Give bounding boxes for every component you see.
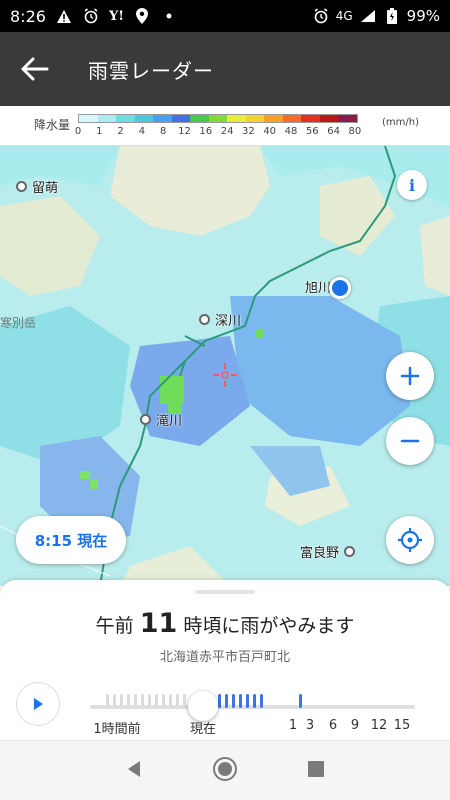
tl-label: 9 — [350, 718, 360, 733]
forecast-hour: 11 — [139, 608, 178, 639]
legend-swatch — [116, 115, 135, 122]
crosshair-icon — [213, 363, 237, 387]
dot-icon — [160, 7, 178, 25]
forecast-sheet: 午前 11 時頃に雨がやみます 北海道赤平市百戸町北 1時間前 現在 1 3 6… — [0, 580, 450, 740]
tl-label: 6 — [328, 718, 338, 733]
legend-tick: 64 — [327, 126, 340, 137]
legend-ticks: 0 1 2 4 8 12 16 24 32 40 48 56 64 80 — [74, 126, 394, 140]
legend-label: 降水量 — [34, 118, 71, 132]
current-time-button[interactable]: 8:15 現在 — [16, 516, 126, 564]
sheet-handle[interactable] — [195, 590, 255, 594]
time-slider[interactable]: 1時間前 現在 1 3 6 9 12 15 — [90, 684, 430, 737]
zoom-in-button[interactable] — [386, 352, 434, 400]
yahoo-icon: Y! — [108, 8, 124, 24]
forecast-suffix: 時頃に雨がやみます — [183, 615, 355, 637]
my-location-button[interactable] — [386, 516, 434, 564]
place-furano[interactable]: 富良野 — [300, 542, 356, 561]
nav-recents-icon[interactable] — [306, 759, 326, 783]
tl-label: 15 — [393, 718, 411, 733]
legend-tick: 16 — [199, 126, 213, 137]
place-marker-icon — [140, 414, 151, 425]
place-fukagawa[interactable]: 深川 — [199, 310, 241, 329]
legend-swatch — [301, 115, 320, 122]
legend-tick: 12 — [178, 126, 191, 137]
legend-tick: 32 — [242, 126, 255, 137]
legend-unit: (mm/h) — [382, 117, 419, 128]
legend-swatch — [134, 115, 153, 122]
legend-tick: 24 — [220, 126, 234, 137]
legend-swatch — [97, 115, 116, 122]
legend-swatch — [282, 115, 301, 122]
alarm-icon — [312, 7, 330, 25]
play-button[interactable] — [16, 682, 60, 726]
legend-tick: 56 — [305, 126, 319, 137]
current-location-marker — [329, 277, 351, 299]
play-icon — [34, 698, 43, 710]
tl-label: 現在 — [189, 722, 217, 737]
info-button[interactable]: i — [397, 170, 427, 200]
system-nav-bar — [0, 740, 450, 800]
legend-tick: 2 — [117, 126, 124, 137]
page-title: 雨雲レーダー — [88, 58, 214, 83]
slider-knob[interactable] — [188, 691, 218, 721]
legend-tick: 40 — [263, 126, 277, 137]
location-address: 北海道赤平市百戸町北 — [159, 650, 290, 665]
place-marker-icon — [16, 181, 27, 192]
place-marker-icon — [344, 546, 356, 557]
legend-swatch — [190, 115, 209, 122]
status-time: 8:26 — [10, 6, 46, 26]
app-bar: 雨雲レーダー — [0, 32, 450, 106]
signal-icon — [359, 7, 377, 25]
place-label: 富良野 — [300, 546, 340, 561]
place-label: 旭川 — [305, 281, 332, 296]
tl-label: 12 — [370, 718, 388, 733]
arrow-left-icon — [21, 57, 49, 81]
plus-icon — [400, 366, 420, 386]
place-marker-icon — [199, 314, 210, 325]
legend-tick: 80 — [348, 126, 362, 137]
legend-swatch — [245, 115, 264, 122]
place-takikawa[interactable]: 滝川 — [140, 410, 182, 429]
place-label: 留萌 — [32, 181, 59, 196]
warning-icon — [55, 7, 73, 25]
legend-swatch — [227, 115, 246, 122]
legend-tick: 1 — [96, 126, 103, 137]
place-asahikawa[interactable]: 旭川 — [305, 277, 331, 296]
map-label-mountain: 寒別岳 — [0, 316, 37, 330]
legend-tick: 4 — [138, 126, 146, 137]
legend-swatch — [264, 115, 283, 122]
tl-label: 1 — [288, 718, 298, 733]
place-label: 深川 — [215, 314, 242, 329]
nav-back-icon[interactable] — [124, 759, 144, 783]
alarm-icon — [82, 7, 100, 25]
radar-map[interactable]: 寒別岳 留萌 旭川 深川 滝川 富良野 i 8:15 現在 — [0, 146, 450, 586]
tl-label: 1時間前 — [93, 722, 141, 737]
battery-icon — [383, 7, 401, 25]
precipitation-legend: 降水量 0 1 2 4 8 12 16 24 32 40 48 56 64 80 (mm/h) — [0, 106, 450, 146]
place-rumoi[interactable]: 留萌 — [16, 177, 58, 196]
legend-swatch — [338, 115, 357, 122]
zoom-out-button[interactable] — [386, 417, 434, 465]
location-pin-icon — [133, 7, 151, 25]
legend-swatch — [208, 115, 227, 122]
tl-label: 3 — [305, 718, 315, 733]
nav-home-icon[interactable] — [212, 756, 238, 786]
status-bar: 8:26 Y! 4G 99% — [0, 0, 450, 32]
minus-icon — [400, 439, 420, 443]
legend-color-scale — [78, 114, 358, 123]
battery-level: 99% — [406, 7, 440, 25]
legend-swatch — [79, 115, 98, 122]
legend-tick: 48 — [284, 126, 298, 137]
legend-swatch — [153, 115, 172, 122]
network-type: 4G — [335, 9, 353, 23]
legend-swatch — [319, 115, 338, 122]
forecast-prefix: 午前 — [95, 615, 134, 637]
legend-swatch — [171, 115, 190, 122]
legend-tick: 0 — [74, 126, 82, 137]
legend-tick: 8 — [160, 126, 167, 137]
back-button[interactable] — [0, 32, 70, 106]
rain-stop-forecast: 午前 11 時頃に雨がやみます — [0, 608, 450, 639]
crosshair-gps-icon — [398, 528, 422, 552]
place-label: 滝川 — [156, 414, 183, 429]
